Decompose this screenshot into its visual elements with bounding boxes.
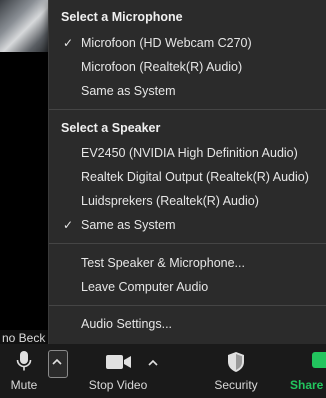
menu-separator	[49, 243, 326, 244]
menu-item-label: Same as System	[81, 218, 176, 232]
security-label: Security	[214, 378, 258, 392]
participant-video-thumbnail	[0, 0, 48, 52]
microphone-section-title: Select a Microphone	[61, 10, 183, 24]
audio-options-caret-button[interactable]	[48, 350, 68, 378]
menu-item-label: Audio Settings...	[81, 317, 173, 331]
security-button[interactable]: Security	[206, 344, 266, 398]
menu-item-microphone-same-as-system[interactable]: Same as System	[49, 80, 326, 102]
menu-item-leave-computer-audio[interactable]: Leave Computer Audio	[49, 276, 326, 298]
menu-item-speaker-realtek-digital[interactable]: Realtek Digital Output (Realtek(R) Audio…	[49, 166, 326, 188]
mute-label: Mute	[10, 378, 38, 392]
share-screen-label: Share S	[290, 378, 326, 392]
audio-options-menu: Select a Microphone ✓ Microfoon (HD Webc…	[48, 0, 326, 345]
stop-video-label: Stop Video	[88, 378, 148, 392]
share-screen-button[interactable]: Share S	[286, 344, 326, 398]
check-icon: ✓	[63, 36, 74, 50]
menu-item-audio-settings[interactable]: Audio Settings...	[49, 313, 326, 335]
chevron-up-icon	[52, 358, 62, 365]
speaker-section-title: Select a Speaker	[61, 121, 161, 135]
menu-item-speaker-luidsprekers[interactable]: Luidsprekers (Realtek(R) Audio)	[49, 190, 326, 212]
menu-item-microphone-hd-webcam[interactable]: ✓ Microfoon (HD Webcam C270)	[49, 32, 326, 54]
menu-item-speaker-same-as-system[interactable]: ✓ Same as System	[49, 214, 326, 236]
menu-item-label: Luidsprekers (Realtek(R) Audio)	[81, 194, 259, 208]
video-options-caret-button[interactable]	[148, 354, 158, 372]
menu-separator	[49, 305, 326, 306]
chevron-up-icon	[148, 359, 158, 366]
check-icon: ✓	[63, 218, 74, 232]
share-screen-icon	[312, 352, 326, 368]
menu-item-label: Realtek Digital Output (Realtek(R) Audio…	[81, 170, 309, 184]
menu-item-label: Leave Computer Audio	[81, 280, 209, 294]
menu-item-label: Test Speaker & Microphone...	[81, 256, 245, 270]
menu-item-label: EV2450 (NVIDIA High Definition Audio)	[81, 146, 298, 160]
menu-item-test-speaker-microphone[interactable]: Test Speaker & Microphone...	[49, 252, 326, 274]
mute-button[interactable]: Mute	[0, 344, 48, 398]
stop-video-button[interactable]: Stop Video	[80, 344, 156, 398]
menu-item-label: Microfoon (HD Webcam C270)	[81, 36, 252, 50]
menu-item-speaker-ev2450[interactable]: EV2450 (NVIDIA High Definition Audio)	[49, 142, 326, 164]
menu-separator	[49, 109, 326, 110]
shield-icon	[228, 352, 244, 372]
menu-item-microphone-realtek[interactable]: Microfoon (Realtek(R) Audio)	[49, 56, 326, 78]
menu-item-label: Same as System	[81, 84, 176, 98]
microphone-icon	[16, 351, 32, 371]
meeting-toolbar: Mute Stop Video Security Share S	[0, 344, 326, 398]
menu-item-label: Microfoon (Realtek(R) Audio)	[81, 60, 243, 74]
video-camera-icon	[106, 355, 131, 369]
